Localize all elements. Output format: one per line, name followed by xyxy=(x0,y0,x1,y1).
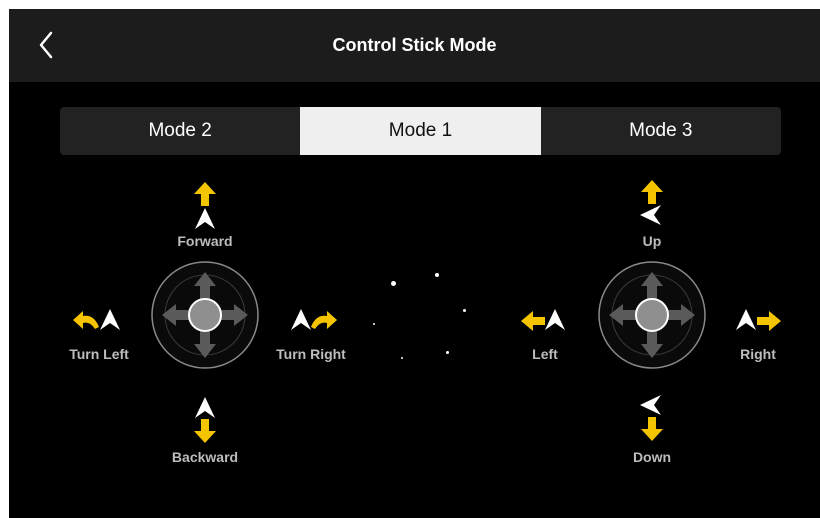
aircraft-icon xyxy=(545,309,565,330)
label-up: Up xyxy=(642,233,662,249)
aircraft-icon xyxy=(640,395,661,415)
aircraft-icon xyxy=(736,309,756,330)
joystick-icon xyxy=(598,261,706,369)
back-button[interactable] xyxy=(33,29,61,61)
label-turn-left: Turn Left xyxy=(69,346,129,362)
decorative-dot xyxy=(435,273,439,277)
decorative-dot xyxy=(401,357,403,359)
label-backward: Backward xyxy=(171,449,239,465)
screen: Control Stick Mode Mode 2 Mode 1 Mode 3 … xyxy=(9,9,820,518)
decorative-dot xyxy=(373,323,375,325)
arrow-right-icon xyxy=(757,311,781,331)
aircraft-icon xyxy=(195,208,215,229)
page-title: Control Stick Mode xyxy=(332,35,497,55)
arrow-up-icon xyxy=(194,182,216,206)
turn-left-icon xyxy=(73,311,99,329)
tab-mode-2[interactable]: Mode 2 xyxy=(60,107,300,155)
arrow-down-icon xyxy=(641,417,663,441)
label-right: Right xyxy=(740,346,776,362)
label-forward: Forward xyxy=(177,233,233,249)
arrow-left-icon xyxy=(521,311,545,331)
arrow-down-icon xyxy=(194,419,216,443)
mode-tabs: Mode 2 Mode 1 Mode 3 xyxy=(60,107,781,155)
aircraft-icon xyxy=(195,397,215,418)
aircraft-icon xyxy=(640,205,661,225)
aircraft-icon xyxy=(100,309,120,330)
joystick-icon xyxy=(151,261,259,369)
label-down: Down xyxy=(632,449,672,465)
decorative-dot xyxy=(391,281,396,286)
chevron-left-icon xyxy=(39,31,53,59)
decorative-dot xyxy=(446,351,449,354)
tab-mode-3[interactable]: Mode 3 xyxy=(541,107,781,155)
decorative-dot xyxy=(463,309,466,312)
tab-mode-1[interactable]: Mode 1 xyxy=(300,107,541,155)
label-turn-right: Turn Right xyxy=(276,346,346,362)
top-bar: Control Stick Mode xyxy=(9,9,820,82)
turn-right-icon xyxy=(311,311,337,329)
label-left: Left xyxy=(532,346,558,362)
arrow-up-icon xyxy=(641,180,663,204)
